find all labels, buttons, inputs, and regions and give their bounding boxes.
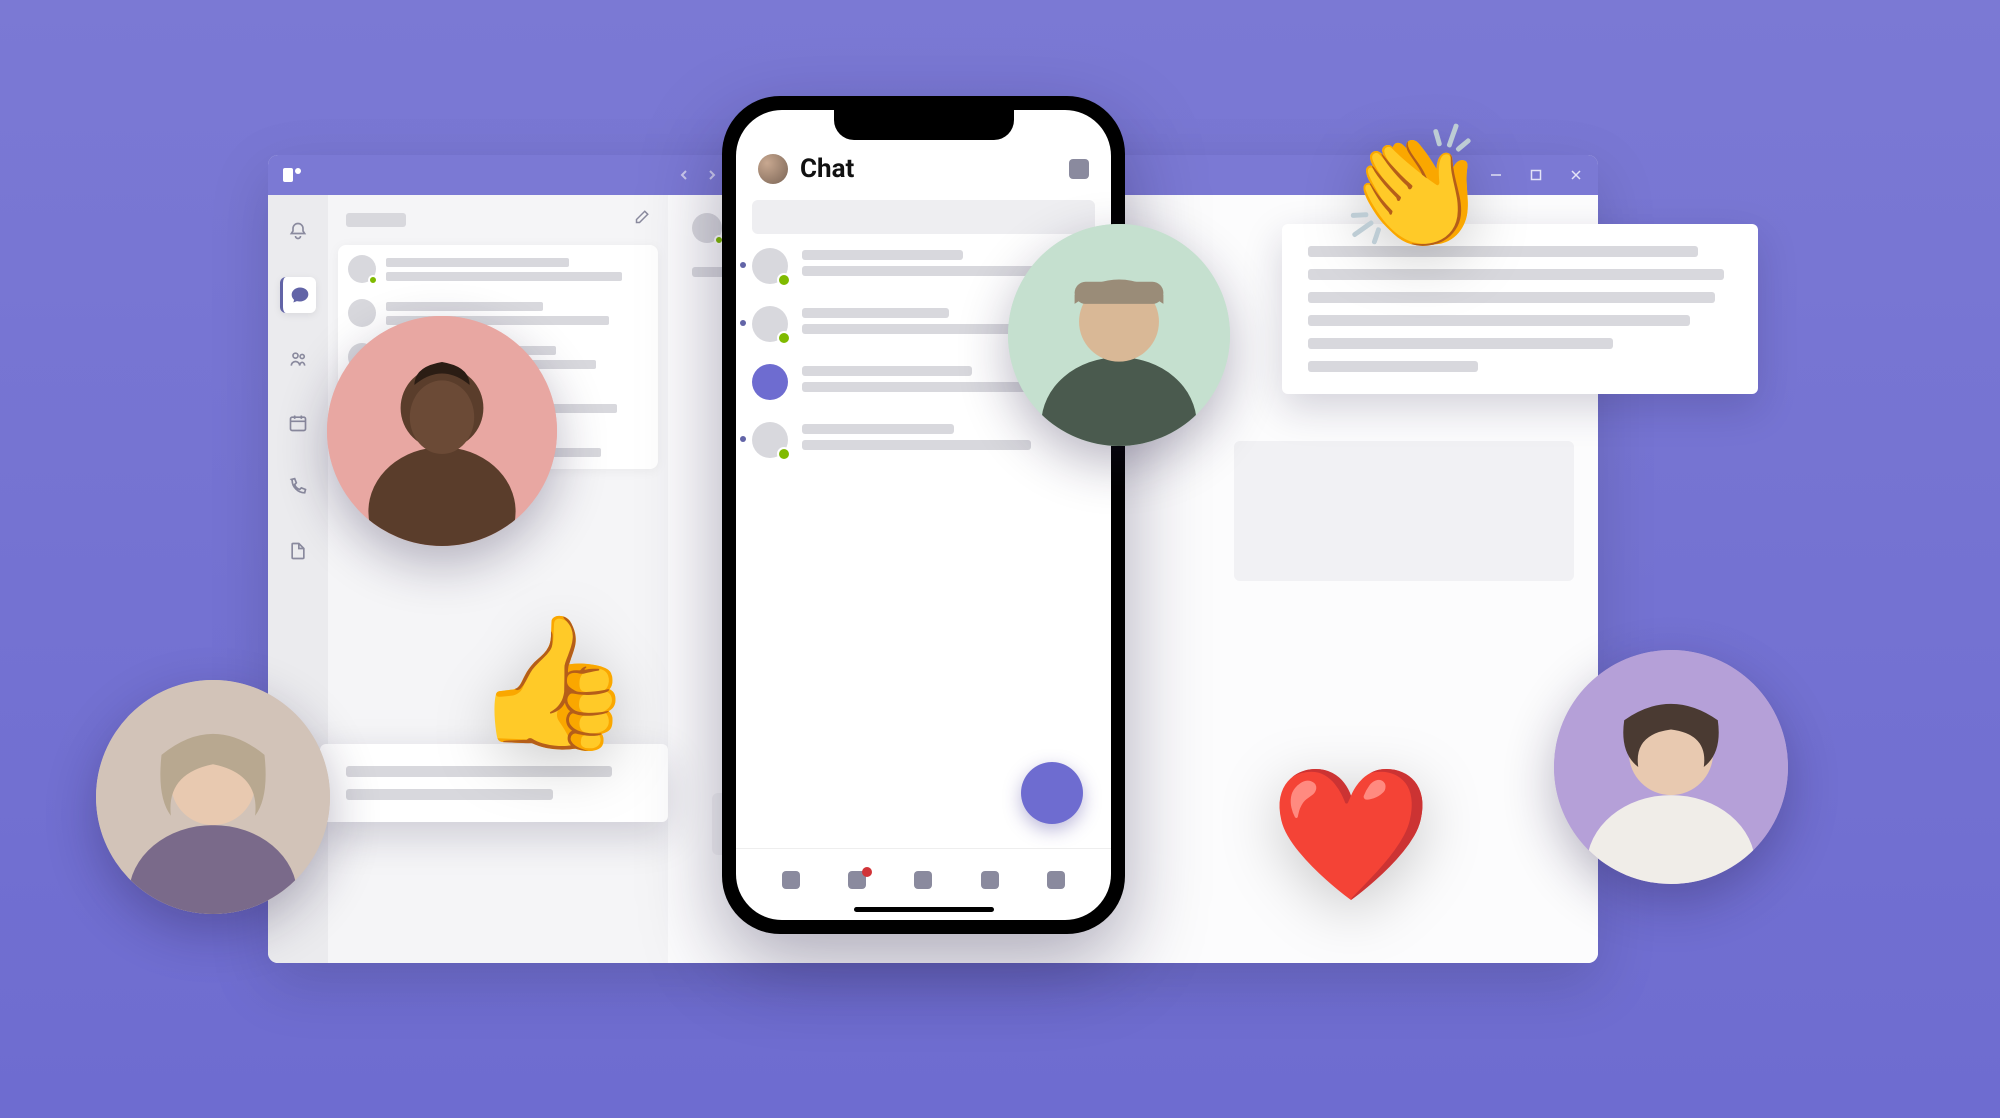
rail-chat-icon[interactable] bbox=[280, 277, 316, 313]
unread-indicator-icon bbox=[740, 262, 746, 268]
unread-indicator-icon bbox=[740, 436, 746, 442]
message-block bbox=[1234, 441, 1574, 581]
teams-logo-icon bbox=[280, 163, 304, 187]
sidebar-title-placeholder bbox=[346, 213, 406, 227]
clap-icon: 👏 bbox=[1340, 130, 1489, 250]
unread-indicator-icon bbox=[740, 320, 746, 326]
thumbs-up-icon: 👍 bbox=[472, 618, 634, 748]
chat-list-item[interactable] bbox=[348, 299, 648, 327]
avatar-person-3 bbox=[96, 680, 330, 914]
chat-list-item[interactable] bbox=[348, 255, 648, 283]
tab-activity-icon[interactable] bbox=[782, 871, 800, 889]
avatar bbox=[752, 248, 788, 284]
avatar-person-4 bbox=[1554, 650, 1788, 884]
presence-available-icon bbox=[777, 273, 791, 287]
nav-back-icon[interactable] bbox=[673, 164, 695, 186]
rail-activity-icon[interactable] bbox=[280, 213, 316, 249]
tab-teams-icon[interactable] bbox=[914, 871, 932, 889]
phone-menu-icon[interactable] bbox=[1069, 159, 1089, 179]
heart-icon: ❤️ bbox=[1270, 770, 1432, 900]
compose-button[interactable] bbox=[1021, 762, 1083, 824]
avatar bbox=[752, 422, 788, 458]
rail-teams-icon[interactable] bbox=[280, 341, 316, 377]
avatar bbox=[348, 255, 376, 283]
tab-calendar-icon[interactable] bbox=[981, 871, 999, 889]
avatar bbox=[752, 364, 788, 400]
rail-calendar-icon[interactable] bbox=[280, 405, 316, 441]
home-indicator[interactable] bbox=[854, 907, 994, 912]
avatar-person-1 bbox=[327, 316, 557, 546]
chat-sidebar bbox=[328, 195, 668, 963]
avatar bbox=[692, 213, 722, 243]
phone-notch bbox=[834, 110, 1014, 140]
notification-badge-icon bbox=[862, 867, 872, 877]
presence-available-icon bbox=[777, 331, 791, 345]
search-input[interactable] bbox=[752, 200, 1095, 234]
avatar-person-2 bbox=[1008, 224, 1230, 446]
nav-forward-icon[interactable] bbox=[701, 164, 723, 186]
phone-title: Chat bbox=[800, 154, 854, 184]
rail-calls-icon[interactable] bbox=[280, 469, 316, 505]
phone-screen: Chat bbox=[736, 110, 1111, 920]
presence-available-icon bbox=[368, 275, 378, 285]
profile-avatar[interactable] bbox=[758, 154, 788, 184]
tab-more-icon[interactable] bbox=[1047, 871, 1065, 889]
close-icon[interactable] bbox=[1566, 165, 1586, 185]
rail-files-icon[interactable] bbox=[280, 533, 316, 569]
compose-icon[interactable] bbox=[632, 209, 650, 231]
maximize-icon[interactable] bbox=[1526, 165, 1546, 185]
avatar bbox=[348, 299, 376, 327]
chat-list-item[interactable] bbox=[752, 422, 1095, 458]
phone-frame: Chat bbox=[722, 96, 1125, 934]
tab-chat-icon[interactable] bbox=[848, 871, 866, 889]
presence-available-icon bbox=[777, 447, 791, 461]
avatar bbox=[752, 306, 788, 342]
